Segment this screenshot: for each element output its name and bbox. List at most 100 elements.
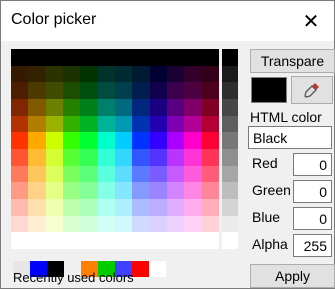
- color-swatch[interactable]: [45, 182, 63, 199]
- color-swatch[interactable]: [132, 49, 150, 66]
- color-swatch[interactable]: [11, 115, 29, 133]
- color-swatch[interactable]: [132, 82, 150, 99]
- color-swatch[interactable]: [149, 98, 167, 116]
- color-swatch[interactable]: [132, 132, 150, 149]
- alpha-field[interactable]: 255: [293, 234, 332, 257]
- color-swatch[interactable]: [149, 232, 167, 249]
- color-swatch[interactable]: [63, 82, 81, 99]
- color-swatch[interactable]: [63, 198, 81, 216]
- color-swatch[interactable]: [167, 198, 185, 216]
- color-swatch[interactable]: [63, 98, 81, 116]
- color-swatch[interactable]: [184, 115, 202, 133]
- color-swatch[interactable]: [63, 182, 81, 199]
- color-swatch[interactable]: [28, 182, 46, 199]
- color-swatch[interactable]: [28, 215, 46, 233]
- gray-swatch[interactable]: [222, 165, 238, 183]
- color-swatch[interactable]: [11, 132, 29, 149]
- color-swatch[interactable]: [184, 49, 202, 66]
- color-swatch[interactable]: [28, 49, 46, 66]
- gray-swatch[interactable]: [222, 232, 238, 249]
- color-swatch[interactable]: [149, 132, 167, 149]
- color-swatch[interactable]: [80, 82, 98, 99]
- color-swatch[interactable]: [115, 232, 133, 249]
- color-swatch[interactable]: [97, 132, 115, 149]
- color-swatch[interactable]: [201, 49, 219, 66]
- color-swatch[interactable]: [97, 215, 115, 233]
- color-swatch[interactable]: [115, 98, 133, 116]
- color-swatch[interactable]: [149, 82, 167, 99]
- color-swatch[interactable]: [63, 215, 81, 233]
- color-swatch[interactable]: [80, 198, 98, 216]
- color-swatch[interactable]: [11, 65, 29, 83]
- color-swatch[interactable]: [28, 115, 46, 133]
- red-field[interactable]: 0: [293, 153, 332, 176]
- color-swatch[interactable]: [149, 165, 167, 183]
- gray-swatch[interactable]: [222, 65, 238, 83]
- color-swatch[interactable]: [11, 148, 29, 166]
- color-swatch[interactable]: [63, 132, 81, 149]
- color-swatch[interactable]: [184, 148, 202, 166]
- color-swatch[interactable]: [28, 82, 46, 99]
- color-swatch[interactable]: [80, 115, 98, 133]
- color-swatch[interactable]: [80, 98, 98, 116]
- color-swatch[interactable]: [184, 182, 202, 199]
- color-swatch[interactable]: [63, 65, 81, 83]
- close-icon[interactable]: ✕: [288, 1, 334, 41]
- color-swatch[interactable]: [132, 232, 150, 249]
- color-swatch[interactable]: [28, 65, 46, 83]
- color-swatch[interactable]: [184, 98, 202, 116]
- color-swatch[interactable]: [149, 115, 167, 133]
- color-swatch[interactable]: [97, 165, 115, 183]
- color-swatch[interactable]: [201, 65, 219, 83]
- color-swatch[interactable]: [80, 49, 98, 66]
- color-swatch[interactable]: [149, 182, 167, 199]
- color-swatch[interactable]: [97, 198, 115, 216]
- color-swatch[interactable]: [201, 98, 219, 116]
- gray-swatch[interactable]: [222, 98, 238, 116]
- color-swatch[interactable]: [201, 115, 219, 133]
- blue-field[interactable]: 0: [293, 207, 332, 230]
- color-swatch[interactable]: [132, 215, 150, 233]
- color-swatch[interactable]: [45, 82, 63, 99]
- color-swatch[interactable]: [201, 165, 219, 183]
- gray-swatch[interactable]: [222, 215, 238, 233]
- color-swatch[interactable]: [115, 198, 133, 216]
- color-swatch[interactable]: [45, 49, 63, 66]
- color-swatch[interactable]: [97, 148, 115, 166]
- color-swatch[interactable]: [11, 182, 29, 199]
- color-swatch[interactable]: [167, 115, 185, 133]
- color-swatch[interactable]: [115, 182, 133, 199]
- color-swatch[interactable]: [63, 115, 81, 133]
- color-swatch[interactable]: [184, 215, 202, 233]
- color-swatch[interactable]: [167, 132, 185, 149]
- color-swatch[interactable]: [167, 148, 185, 166]
- color-swatch[interactable]: [201, 148, 219, 166]
- transparent-button[interactable]: Transpare: [250, 49, 335, 73]
- color-swatch[interactable]: [132, 182, 150, 199]
- gray-swatch[interactable]: [222, 198, 238, 216]
- color-swatch[interactable]: [167, 98, 185, 116]
- color-swatch[interactable]: [201, 215, 219, 233]
- color-swatch[interactable]: [167, 232, 185, 249]
- color-swatch[interactable]: [115, 49, 133, 66]
- gray-swatch[interactable]: [222, 132, 238, 149]
- color-swatch[interactable]: [132, 198, 150, 216]
- color-swatch[interactable]: [80, 165, 98, 183]
- color-swatch[interactable]: [11, 232, 29, 249]
- color-swatch[interactable]: [167, 49, 185, 66]
- color-swatch[interactable]: [97, 98, 115, 116]
- color-swatch[interactable]: [45, 132, 63, 149]
- color-swatch[interactable]: [201, 182, 219, 199]
- color-swatch[interactable]: [11, 165, 29, 183]
- color-swatch[interactable]: [132, 98, 150, 116]
- color-swatch[interactable]: [97, 65, 115, 83]
- gray-swatch[interactable]: [222, 182, 238, 199]
- gray-swatch[interactable]: [222, 148, 238, 166]
- color-swatch[interactable]: [167, 215, 185, 233]
- html-color-field[interactable]: Black: [248, 126, 332, 149]
- eyedropper-button[interactable]: [291, 76, 333, 104]
- color-swatch[interactable]: [45, 215, 63, 233]
- color-swatch[interactable]: [80, 132, 98, 149]
- color-swatch[interactable]: [115, 82, 133, 99]
- color-swatch[interactable]: [28, 232, 46, 249]
